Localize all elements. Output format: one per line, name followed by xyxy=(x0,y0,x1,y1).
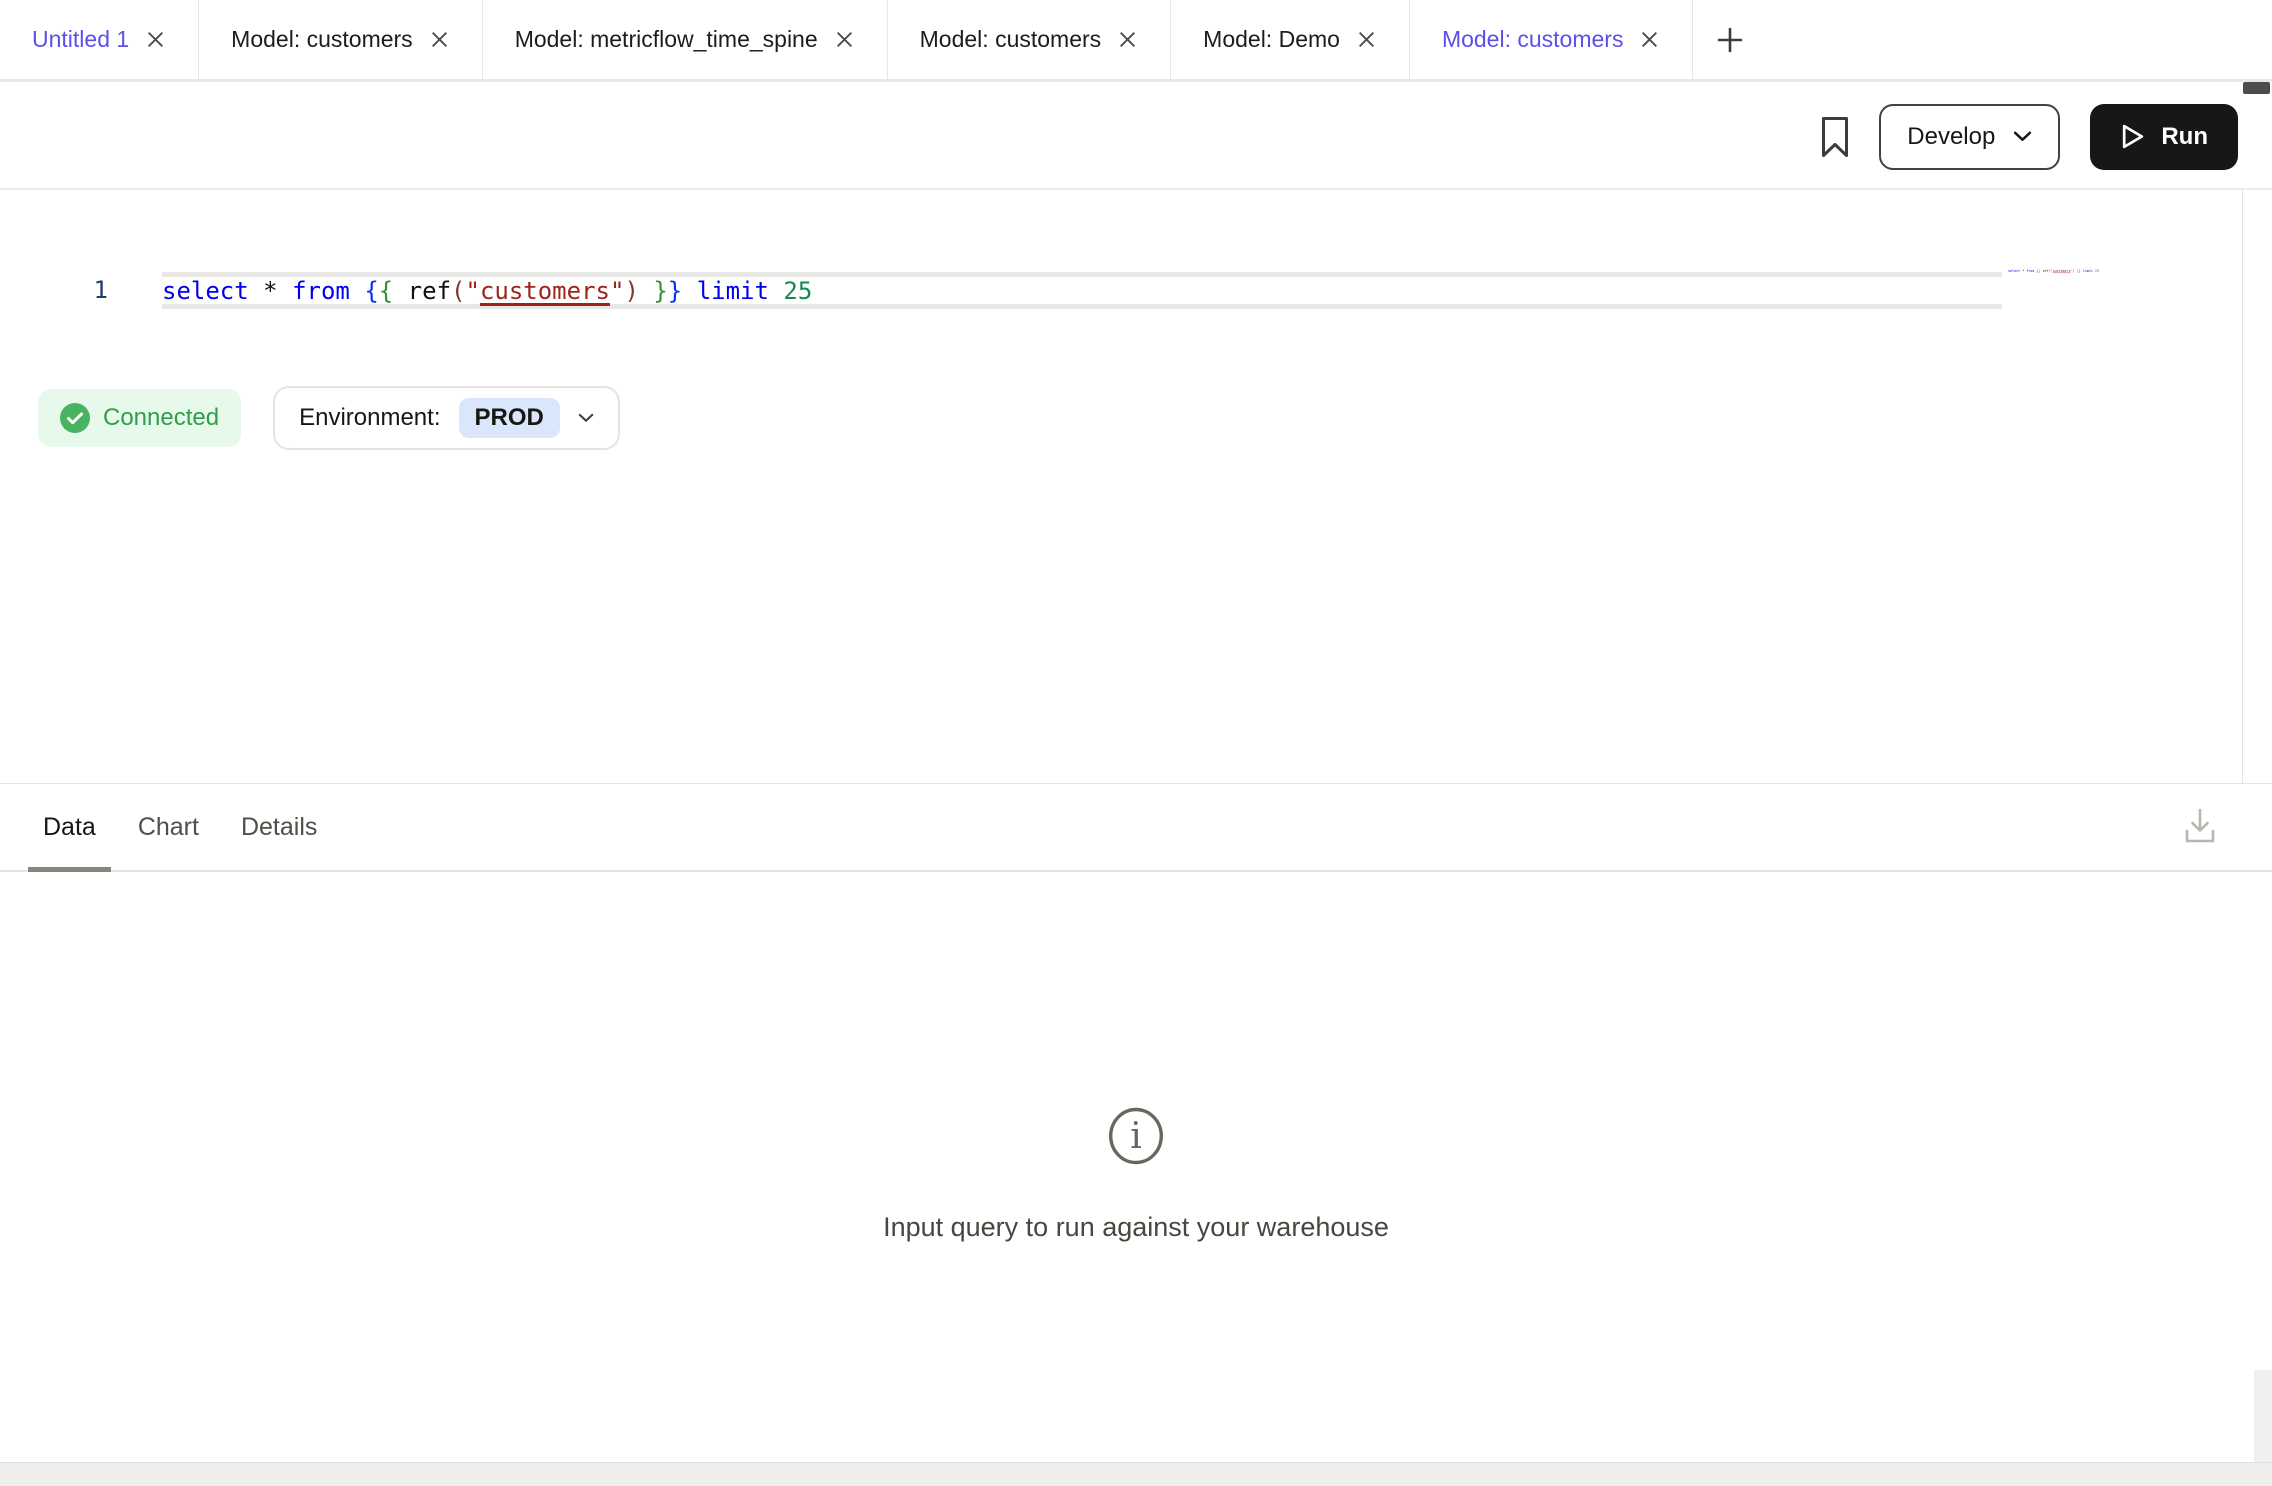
tab-label: Model: metricflow_time_spine xyxy=(515,26,818,53)
bookmark-button[interactable] xyxy=(1821,116,1849,158)
svg-text:i: i xyxy=(1130,1116,1142,1157)
tab-label: Untitled 1 xyxy=(32,26,129,53)
code-token: from xyxy=(2026,269,2034,273)
download-icon xyxy=(2183,806,2217,846)
code-editor[interactable]: Connected Environment: PROD 1 select * f… xyxy=(0,190,2272,782)
code-token: ( xyxy=(451,277,465,305)
code-token: from xyxy=(292,277,350,305)
toolbar: Develop Run xyxy=(0,85,2272,190)
bookmark-icon xyxy=(1821,116,1849,158)
code-token xyxy=(278,277,292,305)
environment-selector[interactable]: Environment: PROD xyxy=(273,386,620,450)
results-tab[interactable]: Details xyxy=(226,784,332,870)
editor-tab[interactable]: Model: customers xyxy=(199,0,483,79)
code-token xyxy=(393,277,407,305)
editor-tab[interactable]: Model: Demo xyxy=(1171,0,1410,79)
minimap[interactable]: select * from {{ ref("customers") }} lim… xyxy=(2008,269,2099,273)
chevron-down-icon xyxy=(2013,131,2032,142)
code-token: limit xyxy=(2083,269,2093,273)
results-tab-label: Details xyxy=(241,813,317,842)
results-tab[interactable]: Data xyxy=(28,784,111,870)
results-tab[interactable]: Chart xyxy=(123,784,214,870)
tab-label: Model: customers xyxy=(920,26,1102,53)
editor-right-border xyxy=(2242,190,2243,872)
play-icon xyxy=(2120,123,2145,150)
code-token: ) xyxy=(624,277,638,305)
close-tab-icon[interactable] xyxy=(145,29,166,50)
connection-status-row: Connected Environment: PROD xyxy=(38,386,620,450)
active-tab-underline xyxy=(28,867,111,872)
editor-tab[interactable]: Model: customers xyxy=(1410,0,1694,79)
code-token: ref xyxy=(408,277,451,305)
code-token: select xyxy=(2008,269,2020,273)
connected-badge: Connected xyxy=(38,389,241,447)
code-token: { xyxy=(364,277,378,305)
code-token: 25 xyxy=(783,277,812,305)
code-token: 25 xyxy=(2095,269,2099,273)
close-tab-icon[interactable] xyxy=(1356,29,1377,50)
editor-tab[interactable]: Model: customers xyxy=(888,0,1172,79)
environment-label: Environment: xyxy=(299,404,440,432)
develop-button[interactable]: Develop xyxy=(1879,104,2060,170)
check-circle-icon xyxy=(60,403,90,433)
close-tab-icon[interactable] xyxy=(1117,29,1138,50)
code-token: * xyxy=(263,277,277,305)
bottom-edge-band xyxy=(0,1462,2272,1486)
code-token: select xyxy=(162,277,249,305)
code-token: " xyxy=(465,277,479,305)
editor-tab[interactable]: Model: metricflow_time_spine xyxy=(483,0,888,79)
tab-label: Model: Demo xyxy=(1203,26,1340,53)
code-token xyxy=(639,277,653,305)
code-token: " xyxy=(610,277,624,305)
close-tab-icon[interactable] xyxy=(1639,29,1660,50)
tab-label: Model: customers xyxy=(1442,26,1624,53)
code-token: customers xyxy=(2053,269,2071,273)
code-line[interactable]: select * from {{ ref("customers") }} lim… xyxy=(162,272,2002,309)
line-number: 1 xyxy=(0,272,108,309)
close-tab-icon[interactable] xyxy=(429,29,450,50)
code-token xyxy=(682,277,696,305)
code-token: customers xyxy=(480,277,610,305)
code-token xyxy=(350,277,364,305)
tab-label: Model: customers xyxy=(231,26,413,53)
code-token xyxy=(249,277,263,305)
run-button[interactable]: Run xyxy=(2090,104,2238,170)
code-token: } xyxy=(668,277,682,305)
editor-tab[interactable]: Untitled 1 xyxy=(0,0,199,79)
code-token: } xyxy=(653,277,667,305)
code-token xyxy=(769,277,783,305)
new-tab-button[interactable] xyxy=(1693,0,1767,79)
run-button-label: Run xyxy=(2161,123,2208,151)
download-results-button[interactable] xyxy=(2183,806,2217,851)
results-tab-label: Chart xyxy=(138,813,199,842)
results-tab-bar: Data Chart Details xyxy=(0,783,2272,872)
scrollbar-thumb[interactable] xyxy=(2243,82,2270,94)
empty-state-message: Input query to run against your warehous… xyxy=(0,1212,2272,1243)
develop-button-label: Develop xyxy=(1907,123,1995,151)
code-token: limit xyxy=(697,277,769,305)
chevron-down-icon xyxy=(578,413,594,423)
scrollbar-track[interactable] xyxy=(2254,1370,2272,1462)
connected-label: Connected xyxy=(103,404,219,432)
editor-tab-bar: Untitled 1 Model: customers Model: metri… xyxy=(0,0,2272,82)
code-token: { xyxy=(379,277,393,305)
results-tab-label: Data xyxy=(43,813,96,842)
results-empty-state: i Input query to run against your wareho… xyxy=(0,1105,2272,1243)
plus-icon xyxy=(1715,25,1745,55)
tab-strip: Untitled 1 Model: customers Model: metri… xyxy=(0,0,1693,79)
info-icon: i xyxy=(1106,1105,1166,1167)
close-tab-icon[interactable] xyxy=(834,29,855,50)
environment-value-chip: PROD xyxy=(459,398,560,438)
